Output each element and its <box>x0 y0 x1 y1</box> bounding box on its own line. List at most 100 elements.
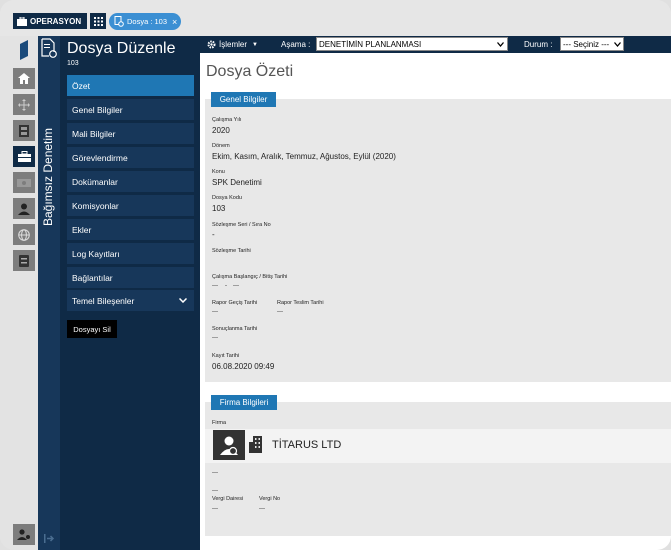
apps-grid-button[interactable] <box>90 13 106 29</box>
field-label: Vergi No <box>259 496 281 502</box>
ledger-button[interactable] <box>13 250 35 271</box>
field-label: Dönem <box>212 143 230 149</box>
menu-item-mali-bilgiler[interactable]: Mali Bilgiler <box>67 123 194 144</box>
menu-title: Dosya Düzenle <box>67 40 176 57</box>
field-label: Sonuçlanma Tarihi <box>212 326 258 332</box>
field-label: Dosya Kodu <box>212 195 242 201</box>
app-window: OPERASYON Dosya : 103 × Bağımsız Denetim… <box>0 0 671 550</box>
main-toolbar: İşlemler ▼ Aşama : DENETİMİN PLANLANMASI… <box>200 36 671 53</box>
menu-item-temel-bilesenler[interactable]: Temel Bileşenler <box>67 290 194 311</box>
field-value: --- <box>212 309 218 315</box>
field-label: Sözleşme Seri / Sıra No <box>212 222 271 228</box>
menu-item-komisyonlar[interactable]: Komisyonlar <box>67 195 194 216</box>
building-icon <box>249 436 262 453</box>
briefcase-icon <box>17 151 31 162</box>
firma-name[interactable]: TİTARUS LTD <box>272 439 341 451</box>
field-value: --- <box>212 506 218 512</box>
chevron-down-icon <box>614 41 621 47</box>
durum-select[interactable]: --- Seçiniz --- <box>560 37 624 51</box>
money-icon <box>17 178 31 187</box>
menu-item-ozet[interactable]: Özet <box>67 75 194 96</box>
user-settings-button[interactable] <box>13 524 35 545</box>
durum-value: --- Seçiniz --- <box>563 39 610 49</box>
field-value: --- <box>233 283 239 289</box>
menu-item-label: Özet <box>72 80 90 91</box>
archive-button[interactable] <box>13 120 35 141</box>
chevron-down-icon <box>497 41 504 47</box>
field-value: Ekim, Kasım, Aralık, Temmuz, Ağustos, Ey… <box>212 152 396 161</box>
menu-item-label: Temel Bileşenler <box>72 295 135 306</box>
caret-down-icon: ▼ <box>252 41 258 48</box>
field-value: - <box>225 283 227 289</box>
field-value: 06.08.2020 09:49 <box>212 362 275 371</box>
tab-dosya[interactable]: Dosya : 103 × <box>109 13 181 30</box>
close-icon[interactable]: × <box>172 17 177 27</box>
operations-button[interactable] <box>13 146 35 167</box>
field-label: Sözleşme Tarihi <box>212 248 251 254</box>
user-icon <box>18 203 30 215</box>
field-label: Çalışma Başlangıç / Bitiş Tarihi <box>212 274 288 280</box>
asama-value: DENETİMİN PLANLANMASI <box>319 39 422 49</box>
operasyon-label: OPERASYON <box>30 16 82 26</box>
tab-dosya-label: Dosya : 103 <box>127 17 168 26</box>
file-check-icon <box>41 38 57 58</box>
user-button[interactable] <box>13 198 35 219</box>
menu-item-genel-bilgiler[interactable]: Genel Bilgiler <box>67 99 194 120</box>
menu-item-ekler[interactable]: Ekler <box>67 219 194 240</box>
menu-item-label: Ekler <box>72 224 92 235</box>
move-button[interactable] <box>13 94 35 115</box>
edit-file-menu: Dosya Düzenle 103 Özet Genel Bilgiler Ma… <box>60 36 200 550</box>
field-label: Kayıt Tarihi <box>212 353 240 359</box>
islemler-label: İşlemler <box>219 40 248 49</box>
briefcase-icon <box>17 16 27 26</box>
durum-label: Durum : <box>524 40 553 49</box>
user-settings-icon <box>17 529 30 540</box>
operasyon-button[interactable]: OPERASYON <box>13 13 87 29</box>
field-label: Vergi Dairesi <box>212 496 244 502</box>
menu-item-label: Genel Bilgiler <box>72 104 123 115</box>
field-value: SPK Denetimi <box>212 178 262 187</box>
module-strip: Bağımsız Denetim <box>38 36 60 550</box>
gear-icon <box>207 40 216 49</box>
asama-select[interactable]: DENETİMİN PLANLANMASI <box>316 37 508 51</box>
genel-bilgiler-panel <box>205 99 671 382</box>
islemler-menu[interactable]: İşlemler ▼ <box>207 40 258 49</box>
top-bar: OPERASYON Dosya : 103 × <box>0 0 671 36</box>
bookmark-icon <box>20 40 28 60</box>
menu-subtitle: 103 <box>67 60 79 67</box>
field-value: - <box>212 230 215 239</box>
menu-item-label: Mali Bilgiler <box>72 128 116 139</box>
field-label: Konu <box>212 169 225 175</box>
ledger-icon <box>19 254 29 267</box>
field-value: --- <box>212 283 218 289</box>
money-button[interactable] <box>13 172 35 193</box>
asama-label: Aşama : <box>281 40 311 49</box>
person-icon <box>220 436 238 455</box>
web-button[interactable] <box>13 224 35 245</box>
field-value: 2020 <box>212 126 230 135</box>
grid-icon <box>93 16 103 26</box>
menu-item-baglantilar[interactable]: Bağlantılar <box>67 267 194 288</box>
field-label: Firma <box>212 420 227 426</box>
firma-bilgileri-panel <box>205 402 671 536</box>
chevron-down-icon <box>179 298 187 303</box>
field-value: 103 <box>212 204 226 213</box>
globe-icon <box>18 228 30 241</box>
genel-bilgiler-tab[interactable]: Genel Bilgiler <box>211 92 276 107</box>
delete-file-button[interactable]: Dosyayı Sil <box>67 320 117 338</box>
menu-item-label: Log Kayıtları <box>72 248 120 259</box>
field-value: --- <box>212 488 218 494</box>
logout-icon[interactable] <box>44 534 55 543</box>
menu-item-label: Görevlendirme <box>72 152 128 163</box>
firma-bilgileri-tab[interactable]: Firma Bilgileri <box>211 395 277 410</box>
menu-item-log-kayitlari[interactable]: Log Kayıtları <box>67 243 194 264</box>
page-title: Dosya Özeti <box>206 63 294 80</box>
menu-item-dokumanlar[interactable]: Dokümanlar <box>67 171 194 192</box>
home-button[interactable] <box>13 68 35 89</box>
field-value: --- <box>212 470 218 476</box>
file-settings-icon <box>114 16 124 27</box>
field-label: Rapor Geçiş Tarihi <box>212 300 258 306</box>
menu-item-gorevlendirme[interactable]: Görevlendirme <box>67 147 194 168</box>
field-value: --- <box>212 335 218 341</box>
menu-item-label: Komisyonlar <box>72 200 119 211</box>
